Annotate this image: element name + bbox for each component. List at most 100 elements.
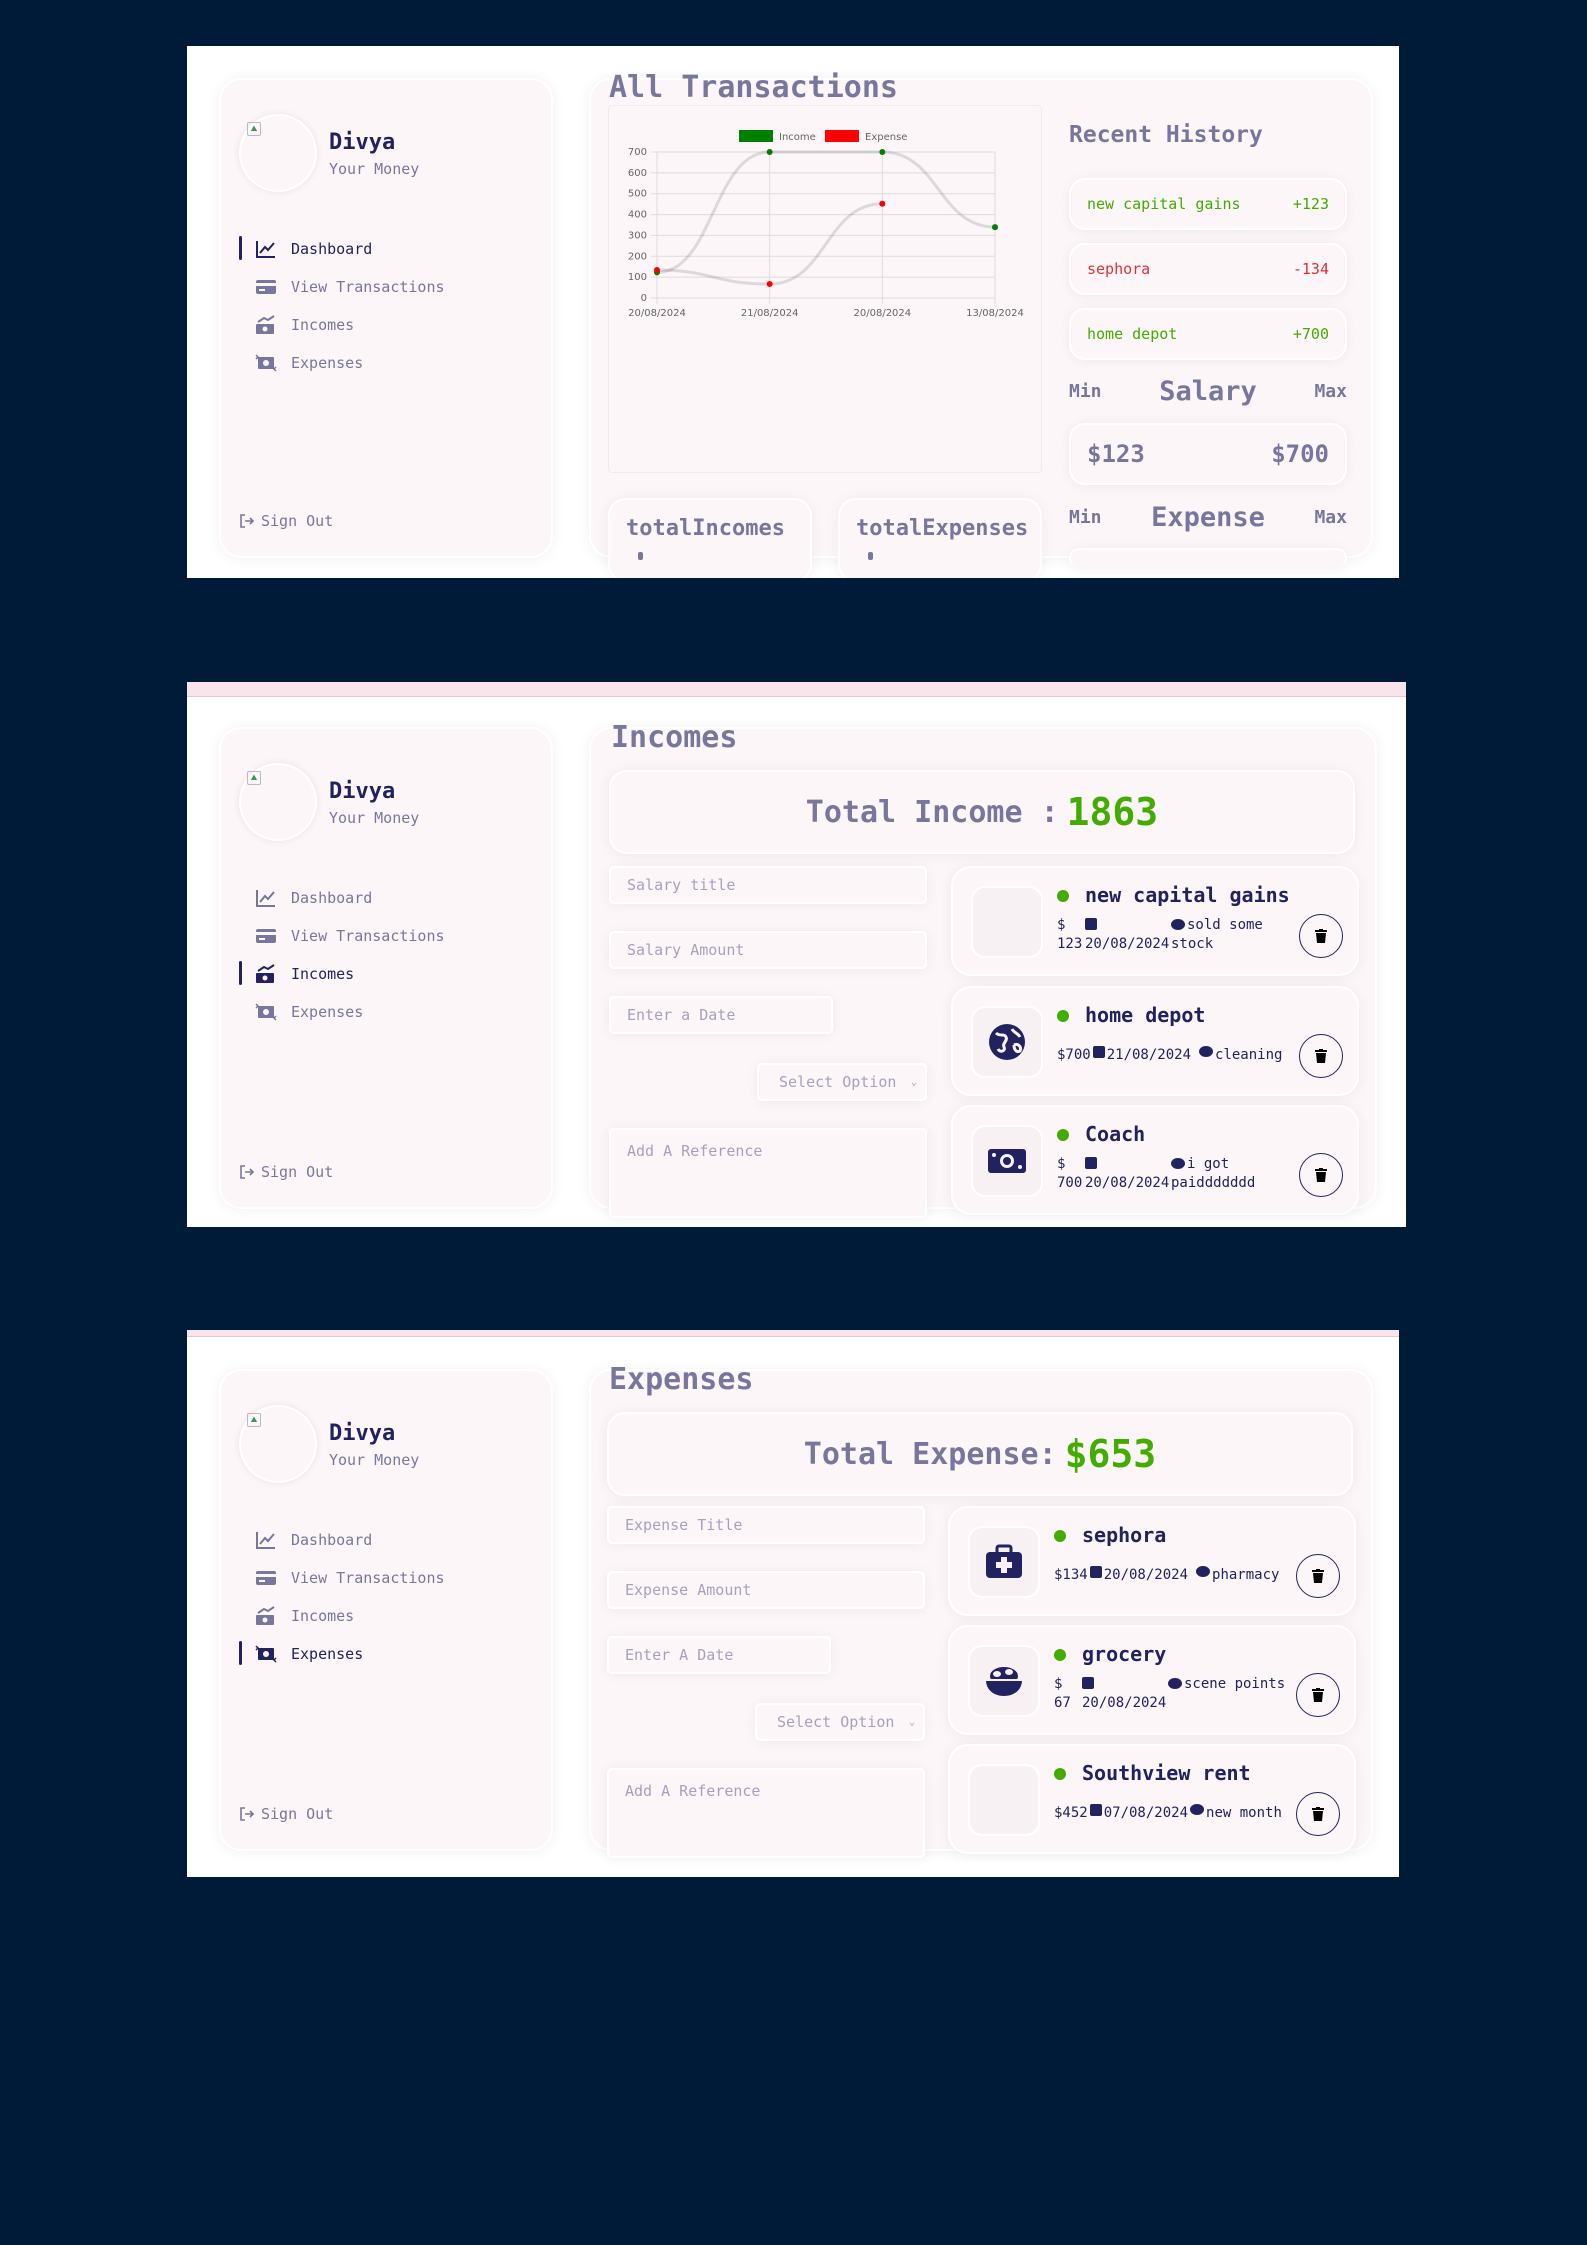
trash-icon — [1315, 929, 1327, 943]
comment-icon — [1196, 1566, 1211, 1577]
history-item-amount: +123 — [1292, 195, 1329, 213]
avatar: ⛰ — [239, 1405, 317, 1483]
x-tick-label: 20/08/2024 — [854, 308, 912, 319]
user-subtitle: Your Money — [329, 809, 420, 827]
expense-title: Expense — [1151, 502, 1265, 533]
salary-title-input[interactable]: Salary title — [609, 866, 927, 904]
sidebar-item-view-transactions[interactable]: View Transactions — [239, 1559, 539, 1597]
sidebar-item-view-transactions[interactable]: View Transactions — [239, 917, 539, 955]
calendar-icon — [1089, 1804, 1102, 1816]
sign-out-button[interactable]: Sign Out — [239, 512, 333, 530]
category-icon — [971, 1125, 1043, 1197]
transactions-line-chart: Income Expense 0 100 200 300 400 500 600 700 20/08… — [628, 130, 1024, 319]
sign-out-icon — [240, 1165, 255, 1179]
salary-title: Salary — [1159, 376, 1257, 407]
page-title: Incomes — [611, 720, 738, 755]
date-input[interactable]: Enter A Date — [607, 1636, 831, 1674]
dashboard-screenshot: ⛰ Divya Your Money Dashboard View Transa… — [187, 46, 1399, 578]
income-item-meta: $ 123 20/08/2024 sold some stock — [1057, 916, 1297, 954]
browser-bookmark-strip — [187, 1330, 1399, 1337]
sidebar-item-dashboard[interactable]: Dashboard — [239, 879, 539, 917]
sidebar-item-label: View Transactions — [291, 1569, 445, 1587]
total-incomes-label: totalIncomes — [626, 516, 785, 541]
sidebar-item-dashboard[interactable]: Dashboard — [239, 230, 539, 268]
category-select[interactable]: Select Option ⌄ — [757, 1063, 927, 1101]
delete-button[interactable] — [1299, 1034, 1343, 1078]
sidebar-item-label: View Transactions — [291, 278, 445, 296]
sidebar-item-expenses[interactable]: Expenses — [239, 1635, 539, 1673]
delete-button[interactable] — [1299, 914, 1343, 958]
sign-out-button[interactable]: Sign Out — [239, 1163, 333, 1181]
chart-line-icon — [256, 241, 275, 258]
sign-out-button[interactable]: Sign Out — [239, 1805, 333, 1823]
medical-kit-icon — [986, 1544, 1022, 1578]
category-select[interactable]: Select Option ⌄ — [755, 1703, 925, 1741]
x-tick-label: 20/08/2024 — [628, 308, 686, 319]
income-indicator-dot — [1057, 890, 1069, 902]
globe-icon — [989, 1024, 1025, 1060]
total-expenses-label: totalExpenses — [856, 516, 1029, 541]
date-input[interactable]: Enter a Date — [609, 996, 833, 1034]
y-tick-label: 400 — [628, 210, 647, 221]
expense-amount-input[interactable]: Expense Amount — [607, 1571, 925, 1609]
delete-button[interactable] — [1299, 1153, 1343, 1197]
sidebar-item-label: Dashboard — [291, 1531, 373, 1549]
broken-image-icon: ⛰ — [247, 122, 261, 136]
sidebar-item-incomes[interactable]: Incomes — [239, 306, 539, 344]
income-item-title: new capital gains — [1085, 883, 1290, 907]
expense-item-title: grocery — [1082, 1642, 1167, 1666]
category-select-value: Select Option — [777, 1713, 895, 1731]
expense-item-meta: $ 67 20/08/2024 scene points — [1054, 1675, 1294, 1713]
total-incomes-value-partial — [638, 552, 643, 560]
broken-image-icon: ⛰ — [247, 771, 261, 785]
history-item-amount: +700 — [1292, 325, 1329, 343]
expense-item: sephora $134 20/08/2024 pharmacy — [948, 1506, 1356, 1616]
income-item-date: 20/08/2024 — [1085, 1175, 1170, 1191]
income-item-date: 20/08/2024 — [1085, 936, 1170, 952]
data-point-expense — [766, 281, 773, 288]
sign-out-label: Sign Out — [261, 1805, 334, 1823]
total-expense-value: $653 — [1064, 1432, 1157, 1476]
expense-title-input[interactable]: Expense Title — [607, 1506, 925, 1544]
legend-label-income: Income — [779, 132, 816, 143]
history-item-title: new capital gains — [1087, 195, 1241, 213]
sidebar-item-incomes[interactable]: Incomes — [239, 955, 539, 993]
delete-button[interactable] — [1296, 1554, 1340, 1598]
expense-item-note: new month — [1206, 1805, 1282, 1821]
history-item: new capital gains +123 — [1069, 178, 1347, 230]
expense-item-meta: $134 20/08/2024 pharmacy — [1054, 1566, 1324, 1585]
income-item-title: Coach — [1085, 1122, 1146, 1146]
salary-header: Min Salary Max — [1069, 376, 1347, 407]
sidebar-item-view-transactions[interactable]: View Transactions — [239, 268, 539, 306]
category-icon-empty — [968, 1764, 1040, 1836]
income-item-amount: $ 123 — [1057, 917, 1083, 952]
sidebar-item-label: View Transactions — [291, 927, 445, 945]
x-tick-label: 21/08/2024 — [741, 308, 799, 319]
avatar: ⛰ — [239, 114, 317, 192]
reference-textarea[interactable]: Add A Reference — [607, 1768, 925, 1858]
delete-button[interactable] — [1296, 1673, 1340, 1717]
sidebar-item-label: Incomes — [291, 965, 355, 983]
category-select-value: Select Option — [779, 1073, 897, 1091]
expense-item-date: 20/08/2024 — [1082, 1695, 1167, 1711]
sign-out-icon — [240, 514, 255, 528]
user-subtitle: Your Money — [329, 160, 420, 178]
reference-textarea[interactable]: Add A Reference — [609, 1128, 927, 1218]
trash-icon — [1315, 1049, 1327, 1063]
delete-button[interactable] — [1296, 1792, 1340, 1836]
sidebar-item-dashboard[interactable]: Dashboard — [239, 1521, 539, 1559]
money-bill-icon — [988, 1149, 1026, 1173]
sidebar-item-expenses[interactable]: Expenses — [239, 344, 539, 382]
salary-amount-input[interactable]: Salary Amount — [609, 931, 927, 969]
income-indicator-dot — [1057, 1010, 1069, 1022]
sidebar-item-expenses[interactable]: Expenses — [239, 993, 539, 1031]
sidebar-item-label: Dashboard — [291, 889, 373, 907]
history-item-title: home depot — [1087, 325, 1178, 343]
sidebar-item-incomes[interactable]: Incomes — [239, 1597, 539, 1635]
expense-item-title: sephora — [1082, 1523, 1167, 1547]
total-income-value: 1863 — [1066, 790, 1159, 834]
expense-indicator-dot — [1054, 1530, 1066, 1542]
expense-item: grocery $ 67 20/08/2024 scene points — [948, 1625, 1356, 1735]
y-tick-label: 700 — [628, 147, 647, 158]
category-icon-empty — [971, 886, 1043, 958]
